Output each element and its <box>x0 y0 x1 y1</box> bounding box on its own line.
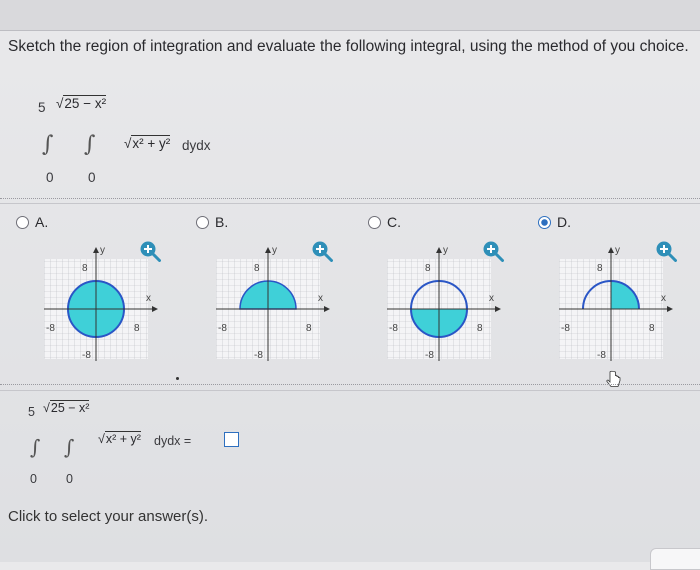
x-axis-label: x <box>146 293 151 304</box>
y-tick-label-neg: -8 <box>425 350 434 361</box>
answer-integrand: √x² + y² <box>98 431 141 446</box>
hint-text: Click to select your answer(s). <box>8 508 209 525</box>
answer-outer-upper: 5 <box>28 405 35 419</box>
divider <box>0 384 700 385</box>
y-tick-label: 8 <box>425 263 431 274</box>
top-toolbar <box>0 0 700 31</box>
outer-lower-limit: 0 <box>46 170 54 185</box>
radio-a[interactable] <box>16 215 29 229</box>
inner-integral-sign: ∫ <box>84 132 96 157</box>
option-c-label: C. <box>387 214 401 230</box>
x-axis-label: x <box>661 293 666 304</box>
option-b[interactable]: B. <box>196 214 228 230</box>
option-a-label: A. <box>35 214 49 230</box>
bottom-panel-corner <box>650 548 700 570</box>
y-tick-label-neg: -8 <box>82 350 91 361</box>
divider <box>0 198 700 199</box>
y-axis-label: y <box>272 245 277 256</box>
x-tick-label: 8 <box>134 323 140 334</box>
differentials: dydx <box>182 138 211 153</box>
divider <box>0 390 700 391</box>
graph-d: y x 8 8 -8 -8 <box>559 245 673 361</box>
answer-outer-lower: 0 <box>30 472 37 486</box>
x-tick-label-neg: -8 <box>218 323 227 334</box>
outer-integral-sign: ∫ <box>42 132 54 157</box>
radio-b[interactable] <box>196 215 209 229</box>
hand-cursor-icon <box>606 370 621 387</box>
answer-inner-upper: √25 − x² <box>43 400 90 415</box>
radio-c[interactable] <box>368 215 381 229</box>
y-tick-label-neg: -8 <box>254 350 263 361</box>
y-axis-label: y <box>615 245 620 256</box>
y-tick-label: 8 <box>254 263 260 274</box>
graph-c: y x 8 8 -8 -8 <box>387 245 501 361</box>
x-tick-label: 8 <box>306 323 312 334</box>
divider <box>0 203 700 204</box>
radio-d[interactable] <box>538 215 551 229</box>
x-tick-label-neg: -8 <box>389 323 398 334</box>
x-tick-label-neg: -8 <box>561 323 570 334</box>
option-b-label: B. <box>215 214 229 230</box>
x-axis-label: x <box>318 293 323 304</box>
outer-upper-limit: 5 <box>38 100 46 115</box>
integrand: √x² + y² <box>124 135 171 151</box>
y-axis-label: y <box>443 245 448 256</box>
graph-b: y x 8 8 -8 -8 <box>216 245 330 361</box>
question-text: Sketch the region of integration and eva… <box>8 38 689 55</box>
y-axis-label: y <box>100 245 105 256</box>
y-tick-label: 8 <box>597 263 603 274</box>
option-a[interactable]: A. <box>16 214 48 230</box>
option-d[interactable]: D. <box>538 214 571 230</box>
y-tick-label-neg: -8 <box>597 350 606 361</box>
answer-inner-lower: 0 <box>66 472 73 486</box>
answer-input[interactable] <box>224 432 239 447</box>
graph-a: y x 8 8 -8 -8 <box>44 245 158 361</box>
x-tick-label-neg: -8 <box>46 323 55 334</box>
x-axis-label: x <box>489 293 494 304</box>
inner-upper-limit: √25 − x² <box>56 95 107 111</box>
answer-differentials: dydx = <box>154 434 192 448</box>
answer-inner-integral-sign: ∫ <box>64 435 75 459</box>
option-c[interactable]: C. <box>368 214 401 230</box>
x-tick-label: 8 <box>477 323 483 334</box>
x-tick-label: 8 <box>649 323 655 334</box>
option-d-label: D. <box>557 214 571 230</box>
answer-outer-integral-sign: ∫ <box>30 435 41 459</box>
inner-lower-limit: 0 <box>88 170 96 185</box>
y-tick-label: 8 <box>82 263 88 274</box>
stray-dot <box>176 377 179 380</box>
